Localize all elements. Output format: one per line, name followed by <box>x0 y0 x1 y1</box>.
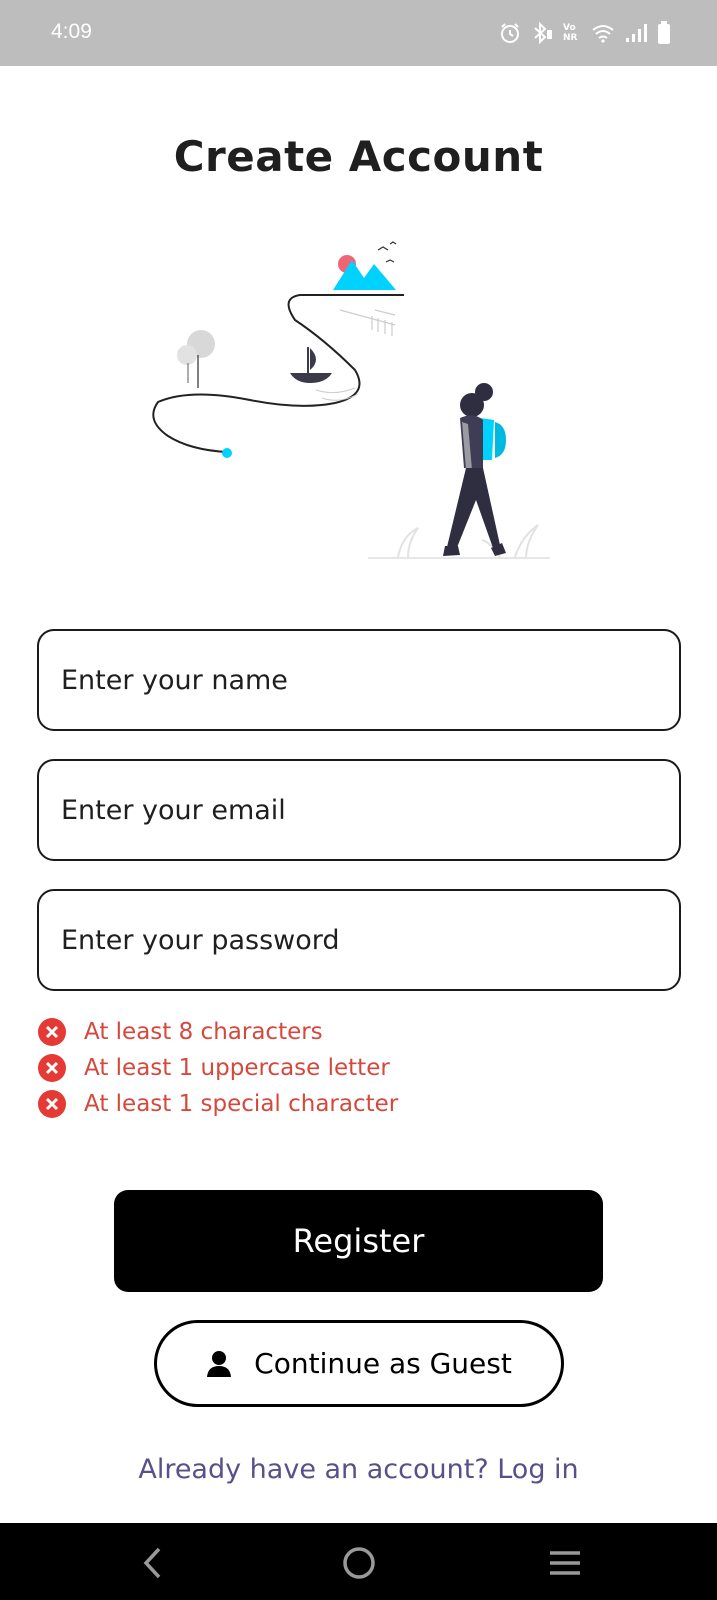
password-input[interactable] <box>37 889 681 991</box>
continue-as-guest-button[interactable]: Continue as Guest <box>154 1320 564 1407</box>
error-x-icon <box>38 1054 66 1082</box>
wifi-icon <box>592 25 614 43</box>
password-rule-text: At least 8 characters <box>84 1019 323 1045</box>
person-icon <box>207 1350 232 1377</box>
password-rule: At least 1 special character <box>38 1086 398 1122</box>
page-title: Create Account <box>173 132 544 181</box>
battery-icon <box>658 21 670 44</box>
error-x-icon <box>38 1018 66 1046</box>
home-button[interactable] <box>339 1543 379 1583</box>
password-rules: At least 8 characters At least 1 upperca… <box>38 1014 398 1122</box>
back-button[interactable] <box>132 1543 172 1583</box>
name-input[interactable] <box>37 629 681 731</box>
guest-button-label: Continue as Guest <box>254 1347 512 1380</box>
bluetooth-icon <box>534 21 552 45</box>
email-input[interactable] <box>37 759 681 861</box>
error-x-icon <box>38 1090 66 1118</box>
password-rule-text: At least 1 uppercase letter <box>84 1055 390 1081</box>
signal-icon <box>626 24 647 42</box>
alarm-icon <box>501 23 519 43</box>
vonr-icon: Vo NR <box>563 23 578 43</box>
status-time: 4:09 <box>51 20 92 43</box>
register-button[interactable]: Register <box>114 1190 603 1292</box>
password-rule-text: At least 1 special character <box>84 1091 399 1117</box>
home-icon <box>343 1547 375 1579</box>
status-bar: 4:09 Vo NR <box>0 0 717 66</box>
password-rule: At least 8 characters <box>38 1014 398 1050</box>
password-rule: At least 1 uppercase letter <box>38 1050 398 1086</box>
traveler-illustration <box>152 241 550 559</box>
recents-button[interactable] <box>545 1543 585 1583</box>
status-icons: Vo NR <box>499 18 671 48</box>
login-link[interactable]: Already have an account? Log in <box>0 1454 717 1485</box>
navigation-bar <box>0 1523 717 1600</box>
back-icon <box>143 1547 161 1579</box>
recents-icon <box>550 1551 580 1575</box>
